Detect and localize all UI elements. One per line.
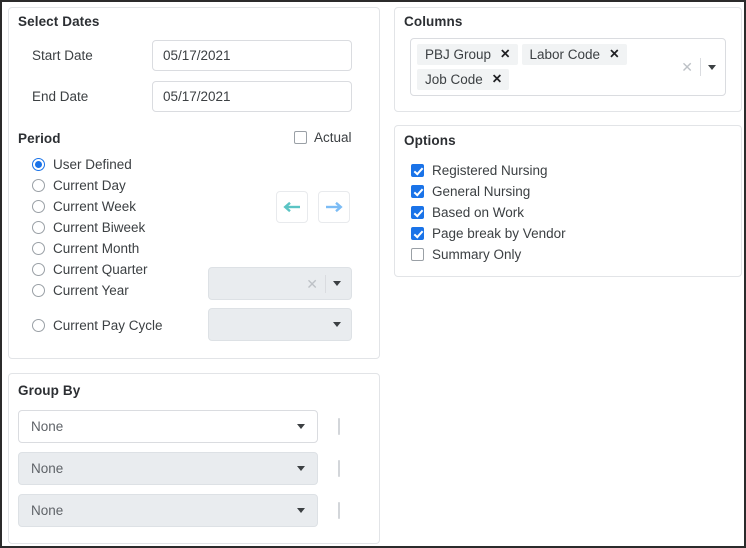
radio-indicator[interactable] — [32, 319, 45, 332]
radio-indicator[interactable] — [32, 179, 45, 192]
columns-actions: ✕ — [677, 39, 725, 95]
arrow-right-icon — [326, 201, 343, 213]
period-radio-label: Current Day — [53, 178, 126, 193]
option-checkbox[interactable] — [411, 227, 424, 240]
group-by-value-1: None — [31, 419, 64, 434]
chevron-down-icon[interactable] — [333, 281, 341, 286]
options-title: Options — [404, 133, 456, 148]
option-label: Based on Work — [432, 205, 525, 220]
option-general-nursing[interactable]: General Nursing — [411, 181, 566, 202]
option-checkbox[interactable] — [411, 164, 424, 177]
actual-checkbox-row[interactable]: Actual — [294, 130, 352, 145]
divider — [325, 274, 326, 293]
report-parameters-screen: Select Dates Start Date End Date Period … — [0, 0, 746, 548]
chevron-down-icon[interactable] — [708, 64, 716, 70]
group-by-row: None — [18, 494, 364, 527]
group-by-checkbox-wrap-2[interactable] — [338, 460, 340, 477]
option-label: Registered Nursing — [432, 163, 548, 178]
column-chip-job-code[interactable]: Job Code ✕ — [417, 69, 510, 90]
previous-period-button[interactable] — [276, 191, 308, 223]
option-based-on-work[interactable]: Based on Work — [411, 202, 566, 223]
columns-chip-area: PBJ Group ✕ Labor Code ✕ Job Code ✕ — [411, 39, 677, 94]
period-radio-label: Current Year — [53, 283, 129, 298]
group-by-title: Group By — [18, 383, 81, 398]
columns-multiselect[interactable]: PBJ Group ✕ Labor Code ✕ Job Code ✕ ✕ — [410, 38, 726, 96]
close-icon[interactable]: ✕ — [492, 73, 502, 86]
select-dates-title: Select Dates — [18, 14, 100, 29]
period-radio-label: Current Quarter — [53, 262, 148, 277]
radio-indicator[interactable] — [32, 221, 45, 234]
group-by-value-3: None — [31, 503, 64, 518]
pay-cycle-select[interactable] — [208, 308, 352, 341]
close-icon[interactable]: ✕ — [500, 48, 510, 61]
group-by-select-3[interactable]: None — [18, 494, 318, 527]
divider — [700, 58, 701, 76]
period-radio-current-year[interactable]: Current Year — [32, 280, 163, 301]
start-date-input[interactable] — [152, 40, 352, 71]
period-radio-user-defined[interactable]: User Defined — [32, 154, 163, 175]
option-checkbox[interactable] — [411, 206, 424, 219]
chevron-down-icon[interactable] — [297, 508, 305, 513]
radio-indicator[interactable] — [32, 158, 45, 171]
option-page-break-by-vendor[interactable]: Page break by Vendor — [411, 223, 566, 244]
period-radio-current-quarter[interactable]: Current Quarter — [32, 259, 163, 280]
column-chip-pbj-group[interactable]: PBJ Group ✕ — [417, 44, 518, 65]
period-radio-label: Current Pay Cycle — [53, 318, 163, 333]
end-date-input[interactable] — [152, 81, 352, 112]
period-radio-current-month[interactable]: Current Month — [32, 238, 163, 259]
chevron-down-icon[interactable] — [333, 322, 341, 327]
clear-icon[interactable]: ✕ — [302, 277, 325, 291]
period-radio-current-day[interactable]: Current Day — [32, 175, 163, 196]
group-by-row: None — [18, 410, 364, 443]
group-by-value-2: None — [31, 461, 64, 476]
option-summary-only[interactable]: Summary Only — [411, 244, 566, 265]
option-registered-nursing[interactable]: Registered Nursing — [411, 160, 566, 181]
chip-label: Labor Code — [529, 46, 601, 62]
period-radio-group: User Defined Current Day Current Week Cu… — [32, 154, 163, 336]
radio-indicator[interactable] — [32, 200, 45, 213]
end-date-label: End Date — [32, 89, 89, 104]
group-by-select-2[interactable]: None — [18, 452, 318, 485]
start-date-label: Start Date — [32, 48, 93, 63]
group-by-checkbox-2[interactable] — [338, 460, 340, 477]
option-checkbox[interactable] — [411, 248, 424, 261]
option-label: Summary Only — [432, 247, 522, 262]
group-by-checkbox-wrap-1[interactable] — [338, 418, 340, 435]
group-by-row: None — [18, 452, 364, 485]
clear-all-icon[interactable]: ✕ — [677, 60, 700, 74]
period-radio-current-biweek[interactable]: Current Biweek — [32, 217, 163, 238]
arrow-left-icon — [283, 201, 300, 213]
radio-indicator[interactable] — [32, 242, 45, 255]
period-radio-label: User Defined — [53, 157, 132, 172]
chevron-down-icon[interactable] — [297, 466, 305, 471]
period-radio-current-week[interactable]: Current Week — [32, 196, 163, 217]
actual-checkbox[interactable] — [294, 131, 307, 144]
options-list: Registered Nursing General Nursing Based… — [411, 160, 566, 265]
period-title: Period — [18, 131, 61, 146]
radio-indicator[interactable] — [32, 263, 45, 276]
period-radio-label: Current Week — [53, 199, 137, 214]
group-by-select-1[interactable]: None — [18, 410, 318, 443]
actual-label: Actual — [314, 130, 352, 145]
option-label: Page break by Vendor — [432, 226, 566, 241]
column-chip-labor-code[interactable]: Labor Code ✕ — [521, 44, 627, 65]
group-by-checkbox-1[interactable] — [338, 418, 340, 435]
period-radio-current-pay-cycle[interactable]: Current Pay Cycle — [32, 315, 163, 336]
option-label: General Nursing — [432, 184, 531, 199]
chip-label: Job Code — [425, 71, 483, 87]
period-radio-label: Current Month — [53, 241, 140, 256]
chip-label: PBJ Group — [425, 46, 492, 62]
period-radio-label: Current Biweek — [53, 220, 146, 235]
chevron-down-icon[interactable] — [297, 424, 305, 429]
radio-indicator[interactable] — [32, 284, 45, 297]
close-icon[interactable]: ✕ — [609, 48, 619, 61]
group-by-checkbox-3[interactable] — [338, 502, 340, 519]
option-checkbox[interactable] — [411, 185, 424, 198]
period-value-select[interactable]: ✕ — [208, 267, 352, 300]
next-period-button[interactable] — [318, 191, 350, 223]
group-by-checkbox-wrap-3[interactable] — [338, 502, 340, 519]
columns-title: Columns — [404, 14, 463, 29]
